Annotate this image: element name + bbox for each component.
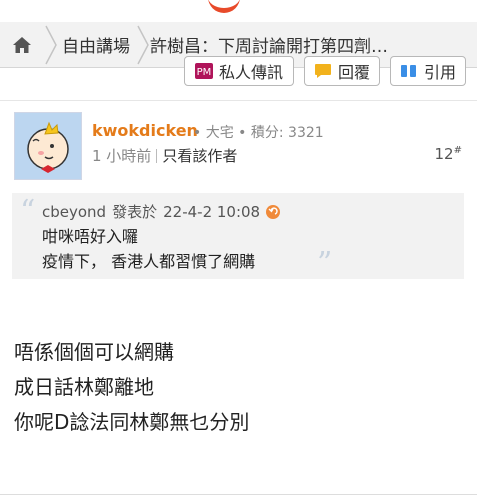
reply-icon xyxy=(314,64,331,78)
close-quote-icon: ” xyxy=(317,246,333,281)
floor-mark: # xyxy=(453,145,462,156)
quote-author: cbeyond xyxy=(42,202,107,221)
avatar[interactable] xyxy=(14,112,82,180)
quote-button[interactable]: 引用 xyxy=(390,56,466,86)
pm-label: 私人傳訊 xyxy=(218,63,283,82)
post-body-line: 你呢D諗法同林鄭無乜分別 xyxy=(14,410,250,434)
post-body-line: 唔係個個可以網購 xyxy=(14,340,174,364)
logo-fragment xyxy=(208,0,240,13)
post-time: 1 小時前 xyxy=(92,147,152,165)
quote-header: cbeyond 發表於 22-4-2 10:08 xyxy=(42,201,281,222)
quote-icon xyxy=(400,65,416,77)
message-icon: PM xyxy=(194,63,213,79)
quote-datetime: 22-4-2 10:08 xyxy=(163,202,261,221)
quote-line: 疫情下， 香港人都習慣了網購 xyxy=(42,252,256,271)
return-arrow-icon xyxy=(268,206,278,215)
reply-label: 回覆 xyxy=(337,63,370,82)
home-icon xyxy=(13,36,31,53)
baby-avatar-icon xyxy=(15,113,81,179)
author-only-link[interactable]: 只看該作者 xyxy=(162,147,237,165)
floor-value: 12 xyxy=(434,145,454,163)
quote-posted-label: 發表於 xyxy=(112,203,158,221)
pm-button[interactable]: PM 私人傳訊 xyxy=(184,56,294,86)
post-actions: PM 私人傳訊 回覆 引用 xyxy=(0,52,477,88)
floor-number[interactable]: 12# xyxy=(435,145,462,163)
divider xyxy=(0,494,477,495)
jump-to-post-icon[interactable] xyxy=(266,204,281,219)
post-body-line: 成日話林鄭離地 xyxy=(14,375,154,399)
divider xyxy=(0,100,477,101)
svg-text:PM: PM xyxy=(197,67,212,78)
quote-line: 咁咪唔好入囉 xyxy=(42,227,139,246)
quote-label: 引用 xyxy=(423,63,456,82)
top-bar xyxy=(0,0,477,22)
separator xyxy=(156,149,158,163)
username[interactable]: kwokdicken xyxy=(92,121,198,140)
reply-button[interactable]: 回覆 xyxy=(304,56,380,86)
quote-block: “ cbeyond 發表於 22-4-2 10:08 咁咪唔好入囉 疫情下， 香… xyxy=(12,193,464,279)
open-quote-icon: “ xyxy=(20,194,36,229)
post-meta: 1 小時前 只看該作者 xyxy=(92,145,237,166)
user-meta: • 大宅 • 積分: 3321 xyxy=(193,125,324,141)
